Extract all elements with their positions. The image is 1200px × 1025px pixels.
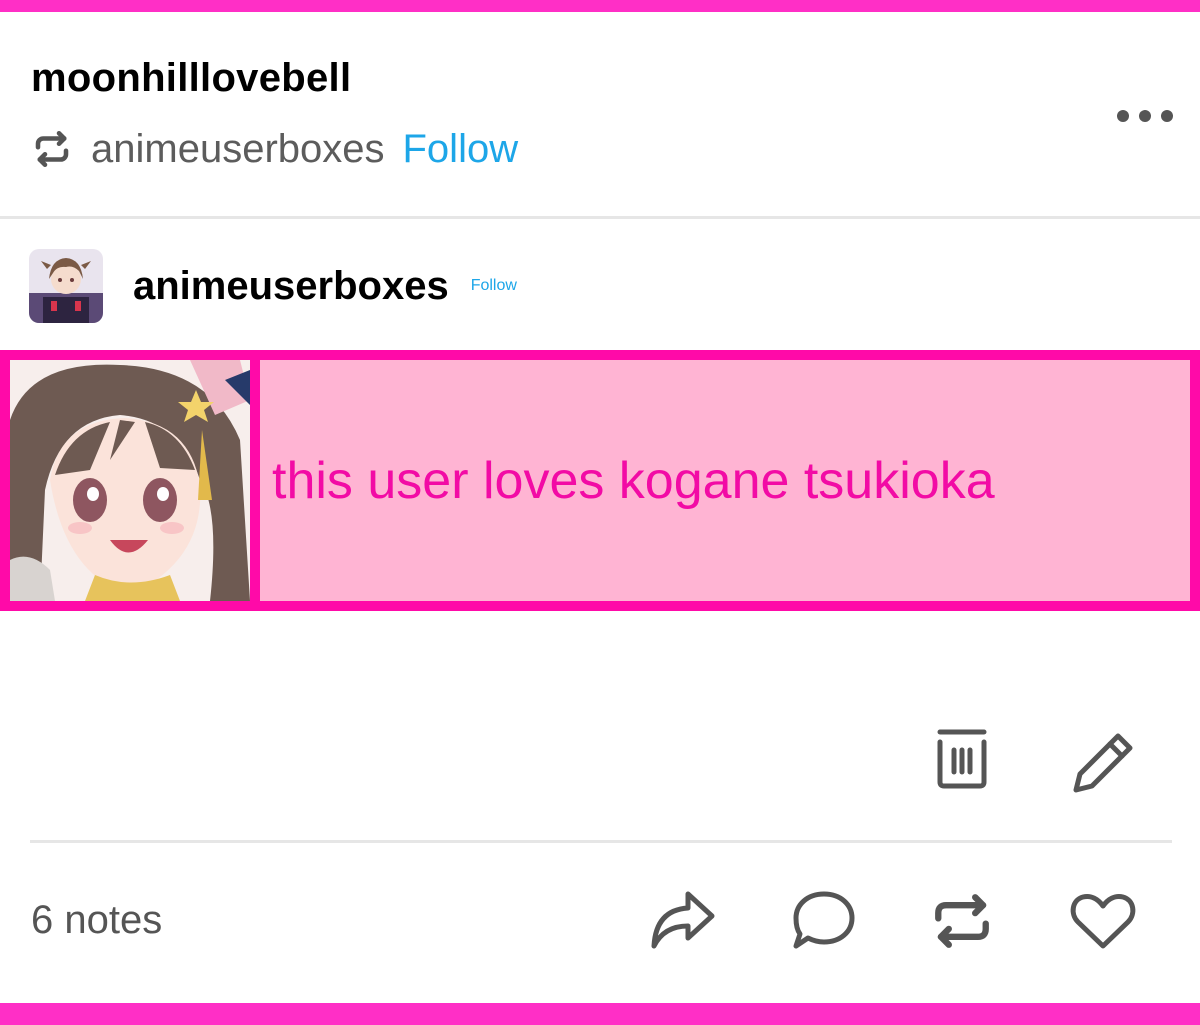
speech-bubble-icon[interactable] [792,890,855,954]
heart-icon[interactable] [1070,892,1136,956]
follow-button[interactable]: Follow [403,127,519,172]
more-options-icon[interactable] [1115,108,1175,124]
reblog-icon[interactable] [930,892,990,956]
footer-divider [30,840,1172,843]
post-author-row: animeuserboxes Follow [29,246,517,326]
reblog-source-blog[interactable]: animeuserboxes [91,127,385,172]
trash-icon[interactable] [932,726,992,790]
character-portrait [10,360,250,601]
post-header: moonhilllovebell animeuserboxes Follow [0,12,1200,218]
reblog-icon [31,128,73,170]
pencil-icon[interactable] [1072,730,1133,794]
userbox-text-cell: this user loves kogane tsukioka [260,360,1190,601]
follow-button[interactable]: Follow [471,277,517,295]
bottom-frame-border [0,1003,1200,1025]
post-author-name[interactable]: animeuserboxes [133,264,449,309]
userbox-text: this user loves kogane tsukioka [272,451,995,510]
share-arrow-icon[interactable] [650,888,715,952]
notes-count[interactable]: 6 notes [31,898,162,943]
header-divider [0,216,1200,219]
userbox-image: this user loves kogane tsukioka [0,350,1200,611]
reblog-attribution: animeuserboxes Follow [31,124,518,174]
avatar[interactable] [29,249,103,323]
reblogger-username[interactable]: moonhilllovebell [31,56,351,101]
top-frame-border [0,0,1200,12]
